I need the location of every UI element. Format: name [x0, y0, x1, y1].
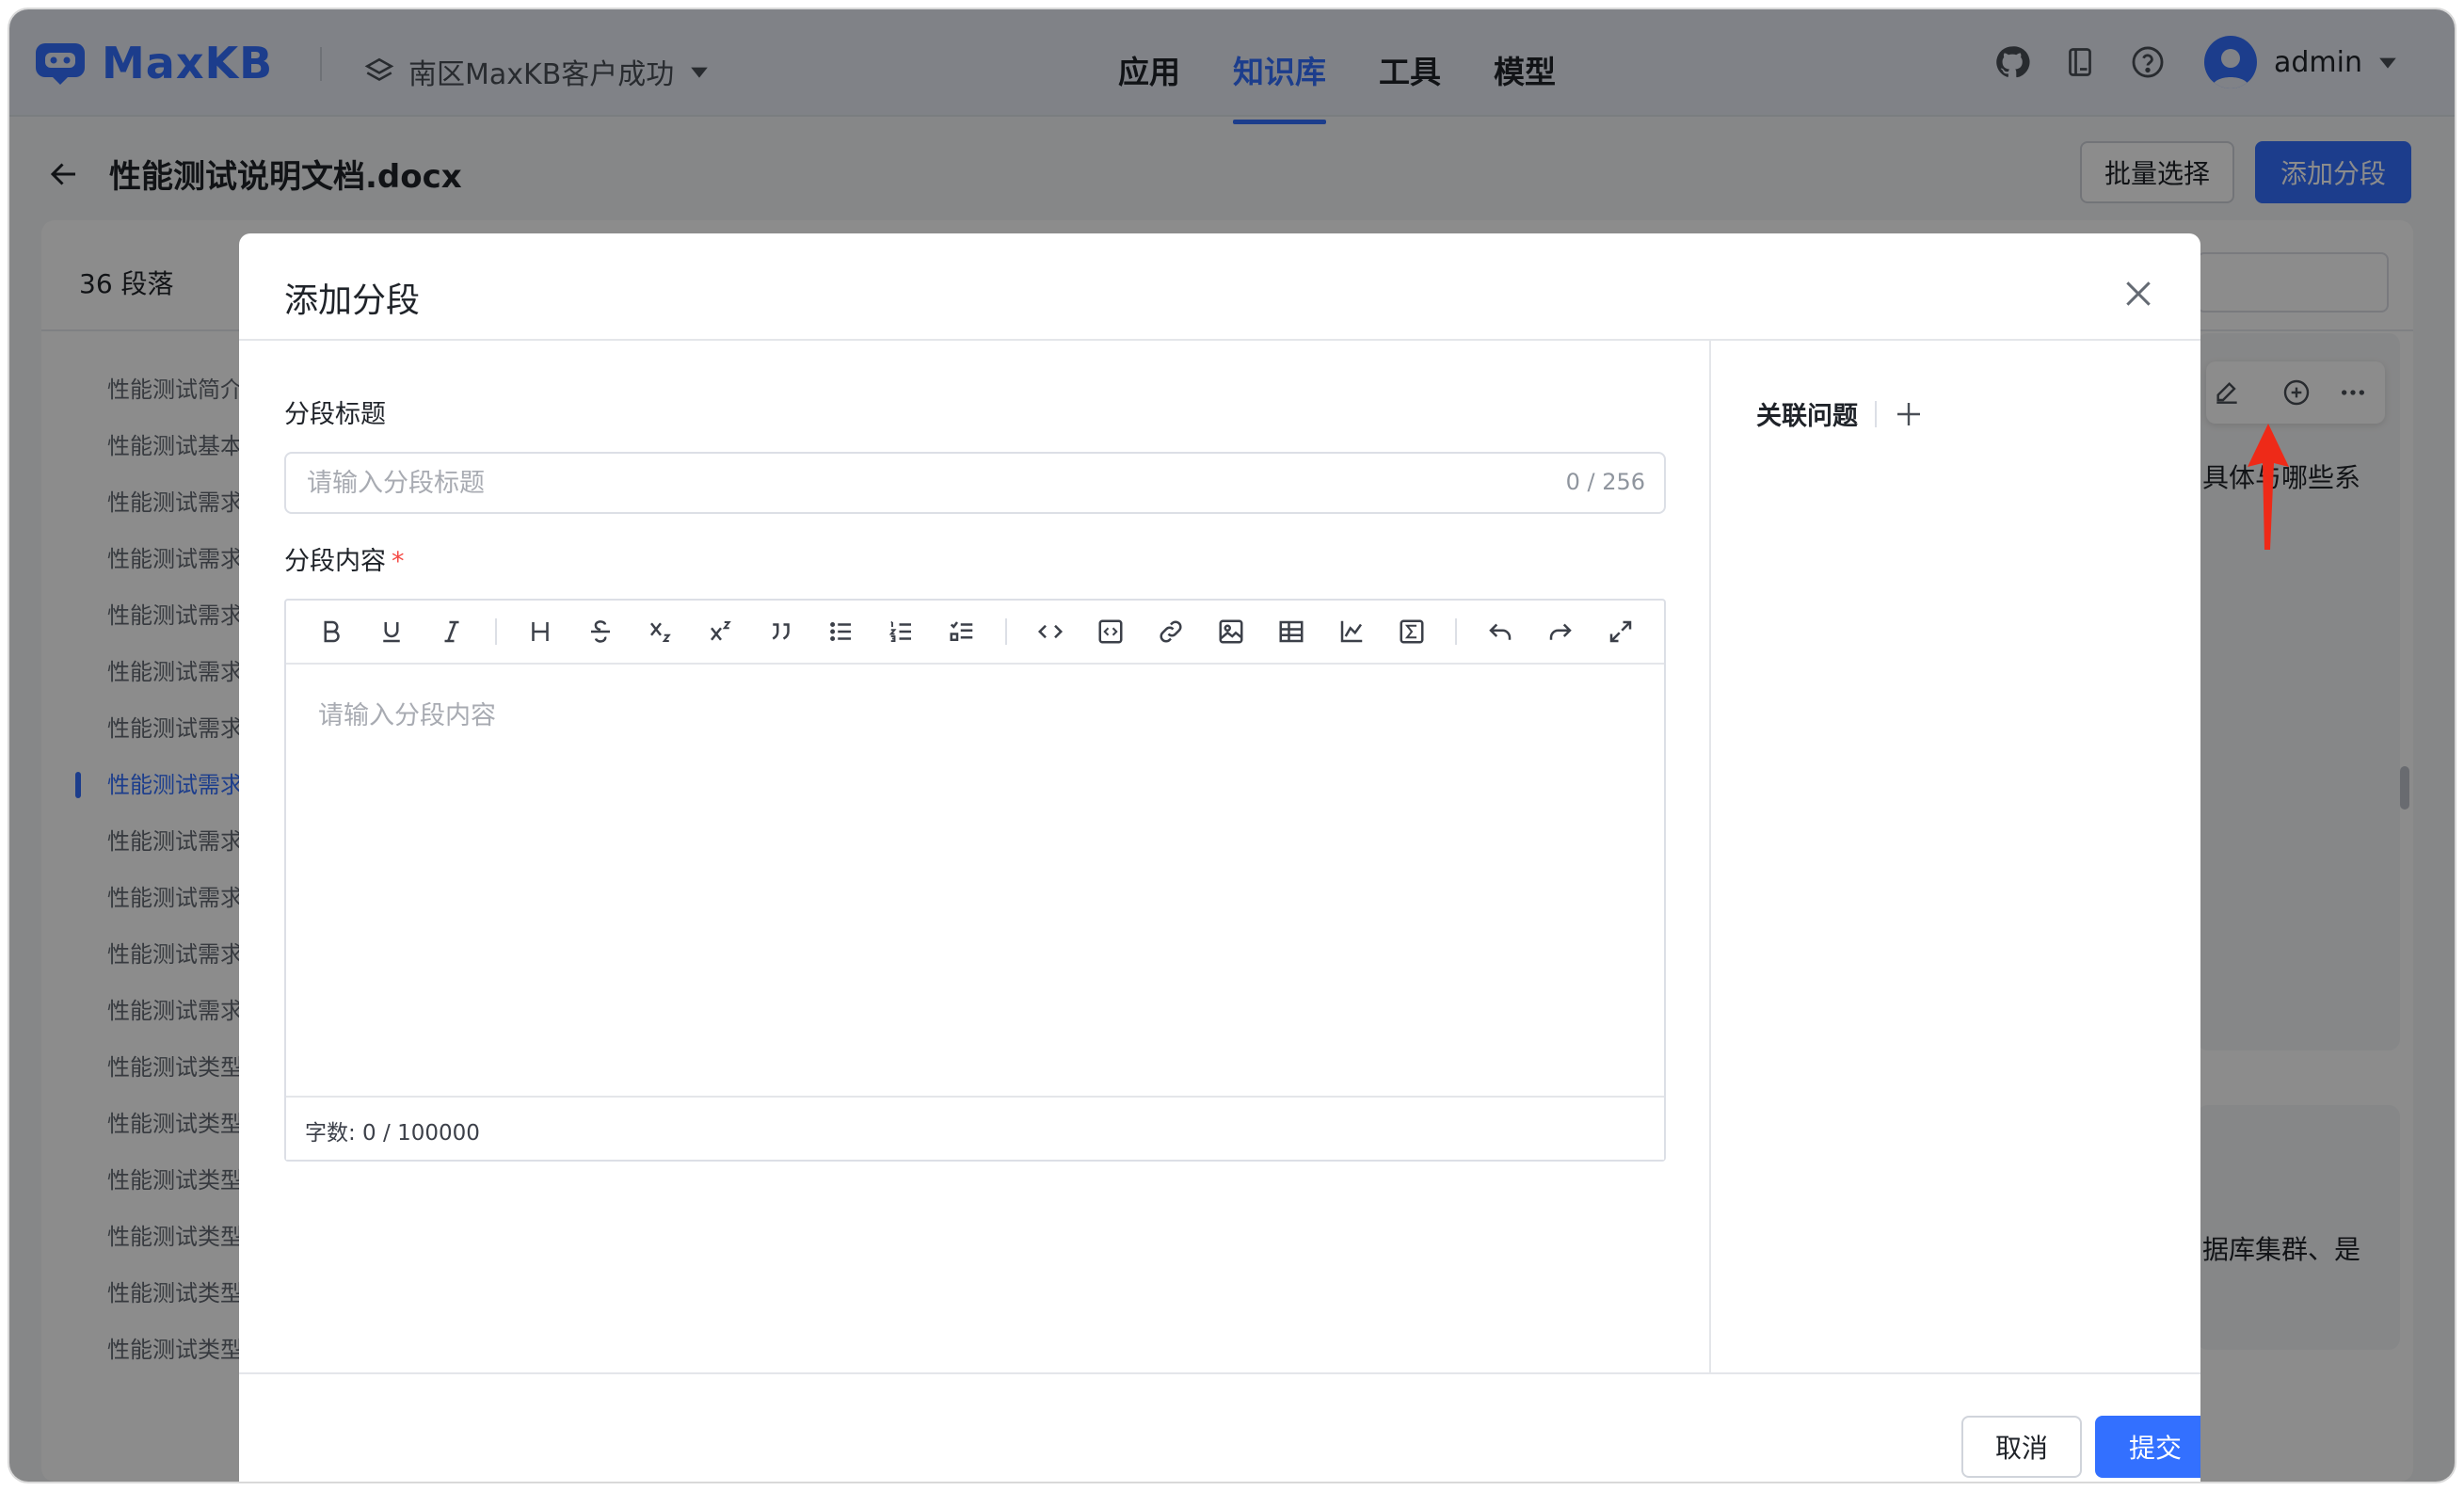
- title-char-counter: 0 / 256: [1565, 469, 1645, 495]
- underline-icon[interactable]: [361, 601, 422, 662]
- fullscreen-icon[interactable]: [1591, 601, 1651, 662]
- segment-content-label: 分段内容 *: [284, 540, 405, 577]
- bold-icon[interactable]: [301, 601, 361, 662]
- app-window: MaxKB 南区MaxKB客户成功 应用 知识库 工具 模型 admin 性能测…: [9, 9, 2455, 1482]
- segment-content-label-text: 分段内容: [284, 547, 386, 576]
- heading-icon[interactable]: [510, 601, 570, 662]
- submit-button[interactable]: 提交: [2095, 1416, 2200, 1478]
- ordered-list-icon[interactable]: [872, 601, 932, 662]
- redo-icon[interactable]: [1530, 601, 1591, 662]
- subscript-icon[interactable]: [631, 601, 691, 662]
- dialog-footer-divider: [239, 1372, 2200, 1374]
- segment-title-input[interactable]: [305, 461, 1532, 505]
- plus-icon[interactable]: [1894, 399, 1924, 429]
- superscript-icon[interactable]: [691, 601, 751, 662]
- undo-icon[interactable]: [1470, 601, 1530, 662]
- related-separator: [1875, 400, 1877, 427]
- task-list-icon[interactable]: [932, 601, 992, 662]
- chart-icon[interactable]: [1321, 601, 1382, 662]
- quote-icon[interactable]: [751, 601, 811, 662]
- close-icon[interactable]: [2120, 275, 2157, 313]
- toolbar-separator: [1005, 618, 1007, 645]
- italic-icon[interactable]: [422, 601, 482, 662]
- image-icon[interactable]: [1201, 601, 1261, 662]
- content-placeholder: 请输入分段内容: [318, 701, 496, 730]
- dialog-column-divider: [1709, 341, 1711, 1374]
- related-questions-label: 关联问题: [1756, 402, 1858, 431]
- required-mark: *: [392, 547, 405, 576]
- add-segment-dialog: 添加分段 分段标题 0 / 256 分段内容*: [239, 233, 2200, 1482]
- editor-toolbar: [286, 601, 1664, 665]
- markdown-editor: 请输入分段内容 字数: 0 / 100000: [284, 599, 1666, 1162]
- segment-title-label: 分段标题: [284, 400, 386, 429]
- table-icon[interactable]: [1261, 601, 1321, 662]
- toolbar-separator: [1455, 618, 1457, 645]
- dialog-title: 添加分段: [284, 281, 421, 320]
- inline-code-icon[interactable]: [1020, 601, 1080, 662]
- cancel-button[interactable]: 取消: [1961, 1416, 2082, 1478]
- link-icon[interactable]: [1141, 601, 1201, 662]
- word-count: 字数: 0 / 100000: [305, 1121, 480, 1146]
- bullet-list-icon[interactable]: [811, 601, 872, 662]
- editor-footer: 字数: 0 / 100000: [286, 1096, 1664, 1160]
- red-arrow-annotation: [2248, 424, 2289, 550]
- toolbar-separator: [495, 618, 497, 645]
- editor-content-area[interactable]: 请输入分段内容: [286, 666, 1664, 1094]
- code-block-icon[interactable]: [1080, 601, 1141, 662]
- dialog-header-divider: [239, 339, 2200, 341]
- strikethrough-icon[interactable]: [570, 601, 631, 662]
- segment-title-field[interactable]: 0 / 256: [284, 452, 1666, 514]
- related-questions-header: 关联问题: [1756, 395, 1924, 432]
- formula-icon[interactable]: [1382, 601, 1442, 662]
